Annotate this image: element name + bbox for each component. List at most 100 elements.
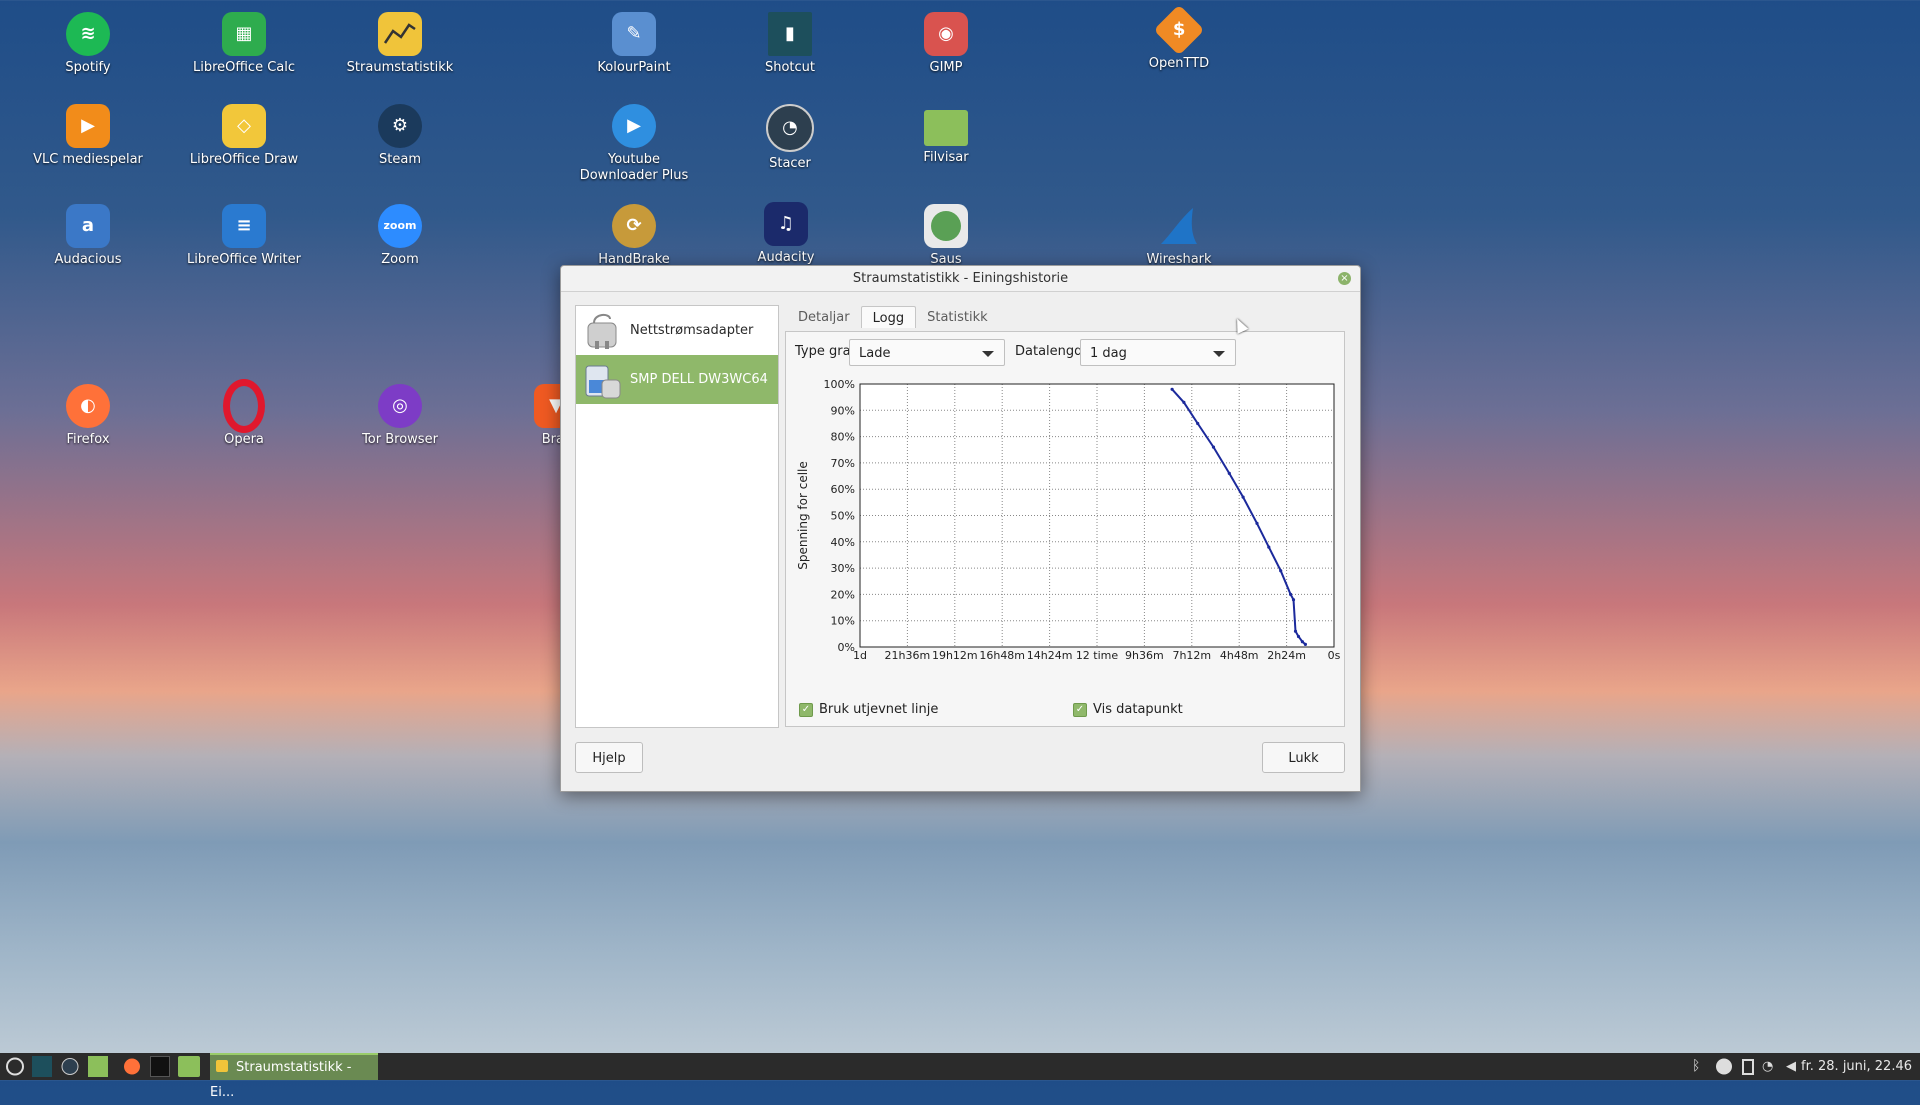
draw-icon: ◇ (222, 104, 266, 148)
folder-icon (924, 110, 968, 146)
x-tick-label: 12 time (1076, 649, 1119, 662)
paint-icon: ✎ (612, 12, 656, 56)
data-point (1300, 640, 1304, 644)
tab-log[interactable]: Logg (860, 306, 917, 328)
clock[interactable]: fr. 28. juni, 22.46 (1801, 1053, 1912, 1080)
desktop-icon-straumstatistikk[interactable]: Straumstatistikk (335, 12, 465, 76)
desktop-icon-opera[interactable]: Opera (179, 379, 309, 448)
data-point (1227, 471, 1231, 475)
x-tick-label: 0s (1328, 649, 1341, 662)
steam-icon: ⚙ (378, 104, 422, 148)
icon-label: Straumstatistikk (346, 60, 454, 75)
desktop-icon-shotcut[interactable]: ▮ Shotcut (725, 12, 855, 76)
help-button[interactable]: Hjelp (575, 742, 643, 773)
desktop-icon-openttd[interactable]: $ OpenTTD (1114, 4, 1244, 72)
device-item-ac-adapter[interactable]: Nettstrømsadapter (576, 306, 778, 355)
firefox-icon: ◐ (66, 384, 110, 428)
taskbar-task-power-statistics[interactable]: Straumstatistikk - Ei... (210, 1053, 378, 1100)
icon-label: VLC mediespelar (33, 152, 143, 167)
menu-icon[interactable] (5, 1056, 25, 1077)
terminal-launcher-icon[interactable] (150, 1056, 170, 1077)
x-tick-label: 7h12m (1172, 649, 1211, 662)
power-statistics-window: Straumstatistikk - Einingshistorie × Net… (560, 265, 1361, 792)
smooth-line-checkbox[interactable]: ✓ Bruk utjevnet linje (799, 702, 938, 717)
battery-chart: 1d 21h36m 19h12m 16h48m 14h24m 12 time 9h36m 7h… (796, 378, 1341, 662)
show-desktop-icon[interactable] (88, 1056, 108, 1077)
power-tray-icon[interactable] (1740, 1056, 1756, 1077)
desktop-icon-kolourpaint[interactable]: ✎ KolourPaint (569, 12, 699, 76)
data-point (1255, 521, 1259, 525)
desktop-icon-handbrake[interactable]: ⟳ HandBrake (569, 204, 699, 268)
data-point (1293, 629, 1298, 633)
data-point (1211, 445, 1216, 449)
files-launcher-icon[interactable] (178, 1056, 200, 1077)
show-points-checkbox[interactable]: ✓ Vis datapunkt (1073, 702, 1183, 717)
openttd-icon: $ (1153, 4, 1205, 56)
y-axis-label: Spenning for celle (796, 461, 810, 570)
x-tick-label: 19h12m (932, 649, 978, 662)
x-tick-label: 4h48m (1220, 649, 1259, 662)
desktop-icon-audacious[interactable]: a Audacious (23, 204, 153, 268)
y-tick-label: 40% (831, 536, 855, 549)
device-list: Nettstrømsadapter SMP DELL DW3WC64 (575, 305, 779, 728)
desktop-icon-wireshark[interactable]: Wireshark (1114, 204, 1244, 268)
device-item-battery[interactable]: SMP DELL DW3WC64 (576, 355, 778, 404)
ac-adapter-icon (580, 309, 624, 353)
tab-details[interactable]: Detaljar (787, 306, 861, 328)
x-tick-label: 21h36m (885, 649, 931, 662)
data-point (1303, 642, 1307, 646)
data-point (1279, 569, 1283, 573)
network-tray-icon[interactable]: ◔ (1762, 1056, 1780, 1077)
desktop-icon-filvisar[interactable]: Filvisar (881, 104, 1011, 166)
desktop-icon-libreoffice-calc[interactable]: ▦ LibreOffice Calc (179, 12, 309, 76)
y-tick-label: 10% (831, 615, 855, 628)
desktop-icon-libreoffice-writer[interactable]: ≡ LibreOffice Writer (179, 204, 309, 268)
icon-label: LibreOffice Draw (189, 152, 299, 167)
stacer-launcher-icon[interactable] (60, 1056, 80, 1077)
desktop-icon-youtube-downloader[interactable]: ▶ Youtube Downloader Plus (569, 104, 699, 184)
close-window-icon[interactable]: × (1338, 272, 1351, 285)
icon-label: Steam (379, 152, 421, 167)
shotcut-launcher-icon[interactable] (32, 1056, 52, 1077)
desktop-icon-firefox[interactable]: ◐ Firefox (23, 384, 153, 448)
desktop-icon-brave[interactable]: ▼ Bra (484, 384, 564, 448)
icon-label: Spotify (65, 60, 111, 75)
desktop-icon-saus[interactable]: Saus (881, 204, 1011, 268)
x-tick-label: 2h24m (1267, 649, 1306, 662)
desktop-icon-libreoffice-draw[interactable]: ◇ LibreOffice Draw (179, 104, 309, 168)
y-tick-label: 90% (831, 404, 855, 417)
tor-icon: ◎ (378, 384, 422, 428)
update-manager-icon[interactable] (1714, 1056, 1734, 1077)
icon-label: Bra (541, 432, 564, 447)
y-tick-label: 0% (838, 641, 855, 654)
icon-label: LibreOffice Writer (187, 252, 301, 267)
bluetooth-icon[interactable]: ᛒ (1692, 1056, 1708, 1077)
window-title: Straumstatistikk - Einingshistorie (852, 271, 1069, 286)
icon-label: LibreOffice Calc (192, 60, 296, 75)
desktop-icon-gimp[interactable]: ◉ GIMP (881, 12, 1011, 76)
window-titlebar[interactable]: Straumstatistikk - Einingshistorie × (561, 266, 1360, 292)
close-button[interactable]: Lukk (1262, 742, 1345, 773)
y-tick-label: 60% (831, 483, 855, 496)
x-tick-label: 1d (853, 649, 867, 662)
desktop-icon-audacity[interactable]: ♫ Audacity (721, 202, 851, 266)
shotcut-icon: ▮ (768, 12, 812, 56)
icon-label: Tor Browser (362, 432, 438, 447)
show-points-label: Vis datapunkt (1093, 702, 1183, 717)
saus-icon (924, 204, 968, 248)
firefox-launcher-icon[interactable] (122, 1056, 142, 1077)
tab-statistics[interactable]: Statistikk (916, 306, 999, 328)
desktop-icon-zoom[interactable]: zoom Zoom (335, 204, 465, 268)
opera-icon (222, 379, 266, 433)
icon-label: OpenTTD (1148, 56, 1210, 71)
desktop-icon-stacer[interactable]: ◔ Stacer (725, 104, 855, 172)
desktop-icon-vlc[interactable]: ▶ VLC mediespelar (23, 104, 153, 168)
checkmark-icon: ✓ (1073, 702, 1087, 717)
desktop-icon-tor-browser[interactable]: ◎ Tor Browser (335, 384, 465, 448)
task-label: Straumstatistikk - Ei... (210, 1060, 352, 1100)
desktop-icon-spotify[interactable]: ≋ Spotify (23, 12, 153, 76)
desktop-icon-steam[interactable]: ⚙ Steam (335, 104, 465, 168)
icon-label: Filvisar (923, 150, 969, 165)
audacious-icon: a (66, 204, 110, 248)
icon-label: KolourPaint (597, 60, 671, 75)
